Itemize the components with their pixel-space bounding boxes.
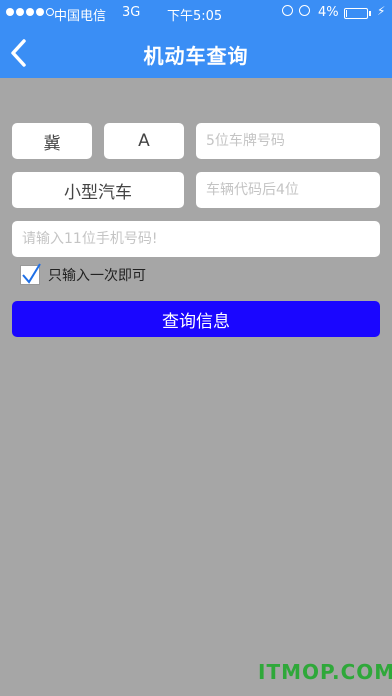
city-letter-value: A bbox=[138, 131, 150, 151]
battery-icon bbox=[344, 8, 368, 19]
remember-checkbox[interactable] bbox=[20, 263, 41, 285]
phone-input[interactable] bbox=[12, 221, 380, 257]
province-selector[interactable]: 冀 bbox=[12, 123, 92, 159]
query-button[interactable]: 查询信息 bbox=[12, 301, 380, 337]
carrier-name: 中国电信 bbox=[54, 9, 107, 24]
battery-percent: 4% bbox=[318, 5, 339, 20]
status-bar: 中国电信 3G 下午5:05 4% ⚡ bbox=[0, 0, 392, 26]
page-title: 机动车查询 bbox=[143, 44, 249, 68]
city-letter-selector[interactable]: A bbox=[104, 123, 184, 159]
vehicle-code-field bbox=[196, 172, 380, 208]
phone-field bbox=[12, 221, 380, 257]
remember-option: 只输入一次即可 bbox=[20, 263, 146, 285]
plate-number-field bbox=[196, 123, 380, 159]
remember-label: 只输入一次即可 bbox=[48, 268, 146, 284]
vehicle-type-value: 小型汽车 bbox=[64, 182, 132, 203]
header-bar: 中国电信 3G 下午5:05 4% ⚡ 机动车查询 bbox=[0, 0, 392, 78]
vehicle-type-selector[interactable]: 小型汽车 bbox=[12, 172, 184, 208]
plate-number-input[interactable] bbox=[196, 123, 380, 159]
alarm-icon bbox=[299, 5, 310, 16]
charging-icon: ⚡ bbox=[377, 4, 386, 18]
province-value: 冀 bbox=[43, 133, 61, 154]
watermark: ITMOP.COM bbox=[258, 660, 392, 684]
signal-icon bbox=[6, 8, 54, 16]
orientation-lock-icon bbox=[282, 5, 293, 16]
checkmark-icon bbox=[22, 263, 41, 284]
status-time: 下午5:05 bbox=[167, 9, 223, 24]
query-button-label: 查询信息 bbox=[162, 311, 230, 332]
vehicle-code-input[interactable] bbox=[196, 172, 380, 208]
network-type: 3G bbox=[122, 5, 141, 20]
